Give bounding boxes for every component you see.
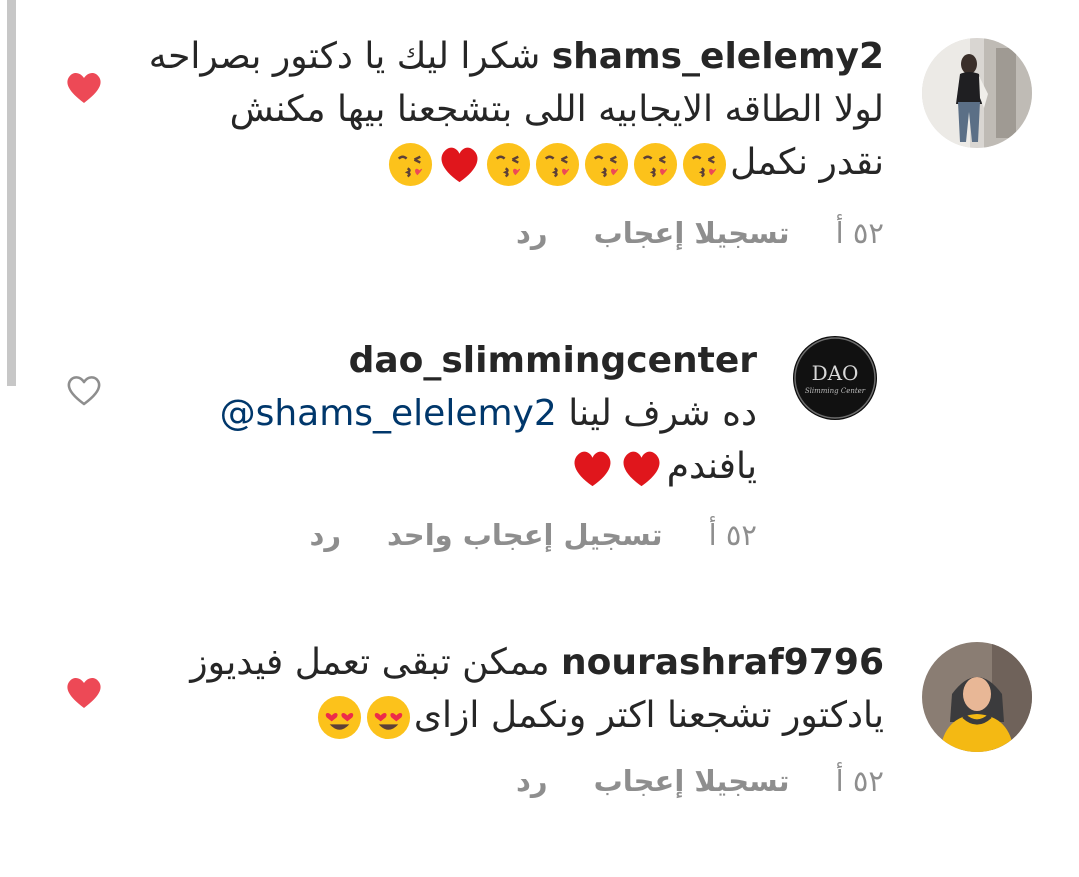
face-blowing-kiss-emoji bbox=[634, 142, 678, 186]
face-blowing-kiss-emoji bbox=[536, 142, 580, 186]
brand-logo-text: DAO bbox=[812, 361, 859, 385]
face-blowing-kiss-emoji bbox=[487, 142, 531, 186]
comment-line: ده شرف لينا @shams_elelemy2 bbox=[220, 387, 757, 440]
reply-button[interactable]: رد bbox=[516, 216, 548, 250]
scroll-indicator[interactable] bbox=[7, 0, 16, 386]
heart-outline-icon[interactable] bbox=[65, 373, 103, 407]
comment-line: يافندم bbox=[220, 440, 757, 493]
heart-filled-icon[interactable] bbox=[65, 70, 103, 104]
likes-count-button[interactable]: تسجيلا إعجاب bbox=[594, 216, 790, 250]
red-heart-emoji bbox=[623, 451, 660, 486]
red-heart-emoji bbox=[574, 451, 611, 486]
comment-time: ٥٢ أ bbox=[835, 216, 884, 250]
emoji-group bbox=[316, 694, 412, 741]
comment-username[interactable]: dao_slimmingcenter bbox=[349, 340, 757, 381]
comment-username[interactable]: nourashraf9796 bbox=[561, 642, 884, 683]
comment-line: نقدر نكمل bbox=[149, 136, 884, 189]
face-blowing-kiss-emoji bbox=[683, 142, 727, 186]
avatar[interactable]: DAO Slimming Center bbox=[793, 336, 877, 420]
reply-button[interactable]: رد bbox=[516, 764, 548, 798]
heart-eyes-emoji bbox=[366, 695, 410, 739]
emoji-group bbox=[387, 141, 728, 188]
red-heart-emoji bbox=[441, 147, 478, 182]
comment-body: dao_slimmingcenter ده شرف لينا @shams_el… bbox=[220, 334, 757, 493]
comment-text: ده شرف لينا bbox=[568, 393, 757, 434]
comment-time: ٥٢ أ bbox=[835, 764, 884, 798]
comment-line: لولا الطاقه الايجابيه اللى بتشجعنا بيها … bbox=[229, 89, 884, 130]
comment-text: يادكتور تشجعنا اكتر ونكمل ازاى bbox=[413, 695, 884, 736]
brand-subtitle-text: Slimming Center bbox=[805, 387, 866, 395]
likes-count-button[interactable]: تسجيل إعجاب واحد bbox=[387, 518, 663, 552]
comment-line: يادكتور تشجعنا اكتر ونكمل ازاى bbox=[190, 689, 884, 742]
comment-line: dao_slimmingcenter bbox=[220, 334, 757, 387]
comment-meta: ٥٢ أ تسجيلا إعجاب رد bbox=[516, 764, 884, 798]
likes-count-button[interactable]: تسجيلا إعجاب bbox=[594, 764, 790, 798]
comment-body: nourashraf9796 ممكن تبقى تعمل فيديوز ياد… bbox=[190, 636, 884, 742]
comment-meta: ٥٢ أ تسجيل إعجاب واحد رد bbox=[309, 518, 757, 552]
comment-text: شكرا ليك يا دكتور بصراحه bbox=[148, 36, 541, 77]
comment-body: shams_elelemy2 شكرا ليك يا دكتور بصراحه … bbox=[149, 30, 884, 189]
comment-line: nourashraf9796 ممكن تبقى تعمل فيديوز bbox=[190, 636, 884, 689]
emoji-group bbox=[569, 445, 665, 492]
comment-username[interactable]: shams_elelemy2 bbox=[552, 36, 884, 77]
avatar[interactable] bbox=[922, 38, 1032, 148]
heart-filled-icon[interactable] bbox=[65, 675, 103, 709]
comment-meta: ٥٢ أ تسجيلا إعجاب رد bbox=[516, 216, 884, 250]
mention-link[interactable]: @shams_elelemy2 bbox=[220, 393, 557, 434]
comment-text: نقدر نكمل bbox=[730, 142, 884, 183]
comments-screen: shams_elelemy2 شكرا ليك يا دكتور بصراحه … bbox=[0, 0, 1079, 877]
comment-text: ممكن تبقى تعمل فيديوز bbox=[190, 642, 550, 683]
comment-time: ٥٢ أ bbox=[708, 518, 757, 552]
face-blowing-kiss-emoji bbox=[585, 142, 629, 186]
heart-eyes-emoji bbox=[317, 695, 361, 739]
face-blowing-kiss-emoji bbox=[389, 142, 433, 186]
comment-text: يافندم bbox=[666, 446, 757, 487]
avatar[interactable] bbox=[922, 642, 1032, 752]
reply-button[interactable]: رد bbox=[309, 518, 341, 552]
comment-line: shams_elelemy2 شكرا ليك يا دكتور بصراحه bbox=[149, 30, 884, 83]
